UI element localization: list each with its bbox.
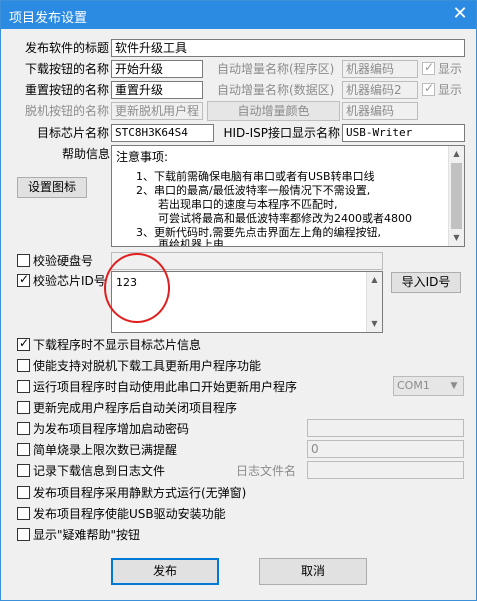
close-icon[interactable]: ✕ (450, 4, 470, 24)
auto-increment-third-input: 机器编码 (342, 102, 418, 120)
scroll-up-icon[interactable]: ▲ (449, 146, 464, 162)
verify-chip-id-checkbox[interactable]: ✓ (17, 272, 30, 287)
verify-disk-label: 校验硬盘号 (33, 254, 94, 268)
offline-button-name-label: 脱机按钮的名称 (24, 104, 109, 118)
option-checkbox[interactable] (17, 486, 30, 499)
window-title: 项目发布设置 (9, 11, 88, 26)
option-checkbox[interactable] (17, 401, 30, 414)
help-line: 2、串口的最高/最低波特率一般情况下不需设置, (136, 184, 371, 197)
chevron-down-icon: ▼ (450, 381, 458, 391)
log-file-name-input (307, 461, 464, 479)
help-line: 注意事项: (116, 150, 169, 164)
import-id-button[interactable]: 导入ID号 (391, 272, 461, 293)
option-checkbox[interactable] (17, 528, 30, 541)
scroll-down-icon[interactable]: ▼ (449, 230, 464, 246)
scroll-thumb[interactable] (451, 163, 462, 229)
help-line: 若出现串口的速度与本程序不匹配时, (158, 198, 338, 211)
download-button-name-input[interactable]: 开始升级 (111, 60, 203, 78)
download-button-name-label: 下载按钮的名称 (24, 62, 109, 76)
auto-increment-program-label: 自动增量名称(程序区) (217, 62, 335, 76)
reset-button-name-input[interactable]: 重置升级 (111, 81, 203, 99)
option-label: 下载程序时不显示目标芯片信息 (33, 338, 202, 352)
chip-id-scrollbar[interactable]: ▲ ▼ (366, 272, 382, 332)
limit-count-input: 0 (307, 440, 464, 458)
chip-id-textarea[interactable]: 123 ▲ ▼ (111, 271, 383, 333)
set-icon-button[interactable]: 设置图标 (17, 177, 87, 198)
option-checkbox[interactable] (17, 464, 30, 477)
verify-disk-input (111, 252, 383, 270)
auto-increment-program-input: 机器编码 (342, 60, 418, 78)
title-input[interactable]: 软件升级工具 (111, 39, 465, 57)
target-chip-name-label: 目标芯片名称 (36, 126, 109, 140)
verify-disk-checkbox[interactable] (17, 254, 30, 267)
option-checkbox[interactable] (17, 443, 30, 456)
show-program-checkbox: ✓ (422, 60, 435, 75)
option-label: 显示"疑难帮助"按钮 (33, 528, 141, 542)
option-checkbox[interactable] (17, 507, 30, 520)
option-checkbox[interactable]: ✓ (17, 336, 30, 351)
auto-increment-data-label: 自动增量名称(数据区) (217, 83, 335, 97)
help-line: 1、下载前需确保电脑有串口或者有USB转串口线 (136, 170, 375, 183)
option-label: 更新完成用户程序后自动关闭项目程序 (33, 401, 238, 415)
option-label: 使能支持对脱机下载工具更新用户程序功能 (33, 359, 262, 373)
scroll-up-icon[interactable]: ▲ (367, 272, 382, 288)
show-data-label: 显示 (438, 83, 463, 97)
verify-chip-id-label: 校验芯片ID号 (33, 274, 106, 288)
chip-id-value: 123 (116, 276, 137, 289)
option-label: 记录下载信息到日志文件 (33, 464, 166, 478)
reset-button-name-label: 重置按钮的名称 (24, 83, 109, 97)
com-port-value: COM1 (397, 379, 430, 392)
help-info-textarea[interactable]: 注意事项: 1、下载前需确保电脑有串口或者有USB转串口线 2、串口的最高/最低… (111, 145, 465, 247)
auto-increment-data-input: 机器编码2 (342, 81, 418, 99)
option-label: 简单烧录上限次数已满提醒 (33, 443, 178, 457)
hid-isp-name-label: HID-ISP接口显示名称 (223, 126, 340, 140)
help-info-label: 帮助信息 (62, 147, 111, 161)
scroll-down-icon[interactable]: ▼ (367, 316, 382, 332)
target-chip-name-input[interactable]: STC8H3K64S4 (111, 124, 214, 142)
cancel-button[interactable]: 取消 (259, 558, 367, 585)
help-scrollbar[interactable]: ▲ ▼ (448, 146, 464, 246)
offline-button-name-input: 更新脱机用户程 (111, 102, 203, 120)
option-label: 发布项目程序采用静默方式运行(无弹窗) (33, 486, 247, 500)
option-checkbox[interactable] (17, 422, 30, 435)
title-bar: 项目发布设置 ✕ (1, 1, 476, 29)
option-checkbox[interactable] (17, 359, 30, 372)
com-port-select: COM1 ▼ (393, 376, 464, 396)
show-data-checkbox: ✓ (422, 81, 435, 96)
log-file-name-label: 日志文件名 (236, 464, 297, 478)
help-line: 可尝试将最高和最低波特率都修改为2400或者4800 (158, 212, 412, 225)
option-label: 发布项目程序使能USB驱动安装功能 (33, 507, 226, 521)
help-line: 再给机器上电 (158, 238, 224, 247)
option-checkbox[interactable] (17, 380, 30, 393)
dialog-window: 项目发布设置 ✕ 发布软件的标题 软件升级工具 下载按钮的名称 开始升级 自动增… (0, 0, 477, 601)
startup-password-input (307, 419, 464, 437)
show-program-label: 显示 (438, 62, 463, 76)
hid-isp-name-input[interactable]: USB-Writer (342, 124, 465, 142)
option-label: 运行项目程序时自动使用此串口开始更新用户程序 (33, 380, 298, 394)
auto-increment-color-button: 自动增量颜色 (207, 101, 340, 121)
publish-button[interactable]: 发布 (111, 558, 219, 585)
title-label: 发布软件的标题 (24, 41, 109, 55)
option-label: 为发布项目程序增加启动密码 (33, 422, 190, 436)
